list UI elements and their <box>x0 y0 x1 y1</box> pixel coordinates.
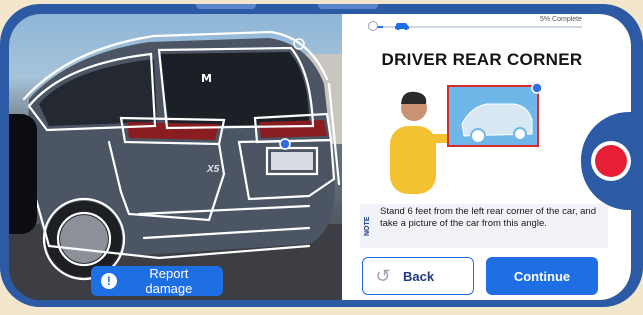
car-logo: M <box>201 72 212 85</box>
phone-button <box>318 4 378 9</box>
instruction-illustration <box>390 82 543 194</box>
shutter-icon <box>595 145 627 177</box>
note-box: NOTE Stand 6 feet from the left rear cor… <box>360 204 608 248</box>
alert-icon: ! <box>101 273 117 289</box>
report-damage-button[interactable]: ! Report damage <box>91 266 223 296</box>
target-car-wheel <box>470 128 486 144</box>
license-plate <box>271 152 313 170</box>
car-model-badge: X5 <box>207 164 220 175</box>
step-title: DRIVER REAR CORNER <box>381 50 583 69</box>
progress-start-dot <box>368 21 378 31</box>
car-photo: M <box>9 30 342 300</box>
continue-button[interactable]: Continue <box>486 257 598 295</box>
target-car-wheel <box>513 127 527 141</box>
car-icon <box>394 19 410 33</box>
phone-frame: M X5 ! Report damage 5% Complete DRIVER … <box>0 4 643 307</box>
phone-screen: M X5 ! Report damage 5% Complete DRIVER … <box>9 14 631 300</box>
note-label: NOTE <box>364 216 371 236</box>
back-label: Back <box>403 269 435 284</box>
report-damage-label: Report damage <box>145 266 193 296</box>
undo-icon: ↺ <box>375 266 391 286</box>
shutter-button[interactable] <box>591 141 631 181</box>
overlay-marker <box>279 138 291 150</box>
camera-viewfinder: M X5 ! Report damage <box>9 14 342 300</box>
phone-button <box>196 4 256 9</box>
person-hair <box>401 91 427 104</box>
car-taillight <box>127 122 219 140</box>
car-wheel-rim <box>60 215 108 263</box>
note-text: Stand 6 feet from the left rear corner o… <box>380 206 596 229</box>
back-button[interactable]: ↺ Back <box>362 257 474 295</box>
progress-label: 5% Complete <box>540 16 583 23</box>
car-rear-window <box>159 52 309 126</box>
target-marker <box>531 82 543 94</box>
car-taillight <box>259 120 327 138</box>
camera-notch <box>9 114 37 234</box>
